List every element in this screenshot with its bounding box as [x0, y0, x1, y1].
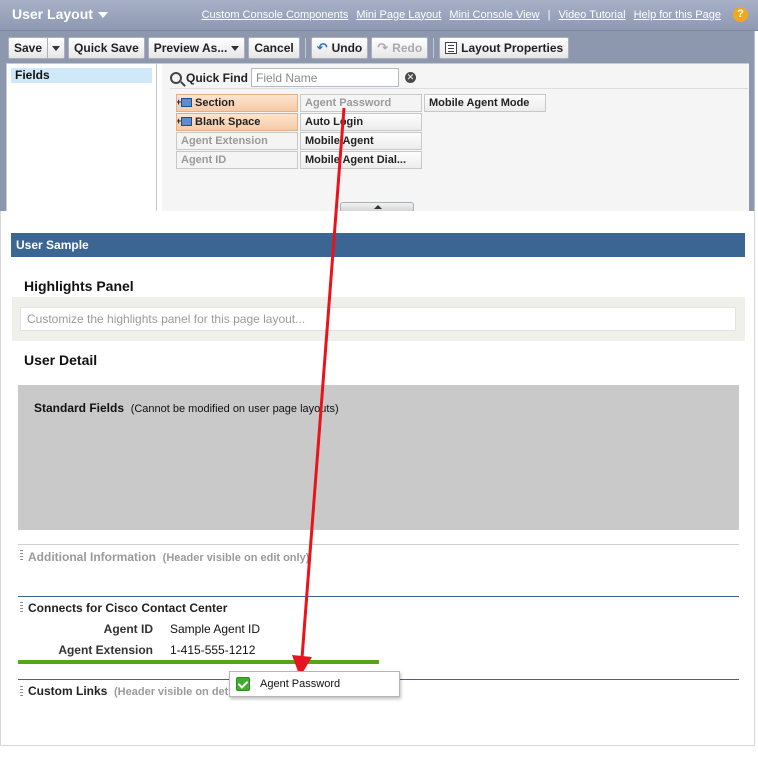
- quick-find-label: Quick Find: [186, 70, 249, 85]
- preview-as-label: Preview As...: [153, 41, 228, 55]
- palette-field-mobile-agent[interactable]: Mobile Agent: [300, 132, 422, 150]
- quick-find-row: Quick Find ✕: [170, 67, 748, 89]
- palette-field-agent-password[interactable]: Agent Password: [300, 94, 422, 112]
- toolbar: Save Quick Save Preview As... Cancel ↶ Un…: [8, 37, 570, 59]
- mini-console-view-link[interactable]: Mini Console View: [449, 9, 539, 21]
- help-for-this-page-link[interactable]: Help for this Page: [634, 9, 721, 21]
- field-label: Agent ID: [181, 154, 227, 166]
- palette-field-auto-login[interactable]: Auto Login: [300, 113, 422, 131]
- toolbar-divider: [433, 38, 435, 58]
- undo-icon: ↶: [316, 40, 328, 55]
- page-title-dropdown[interactable]: User Layout: [12, 6, 108, 22]
- highlights-placeholder: Customize the highlights panel for this …: [20, 307, 736, 331]
- custom-links-title: Custom Links: [28, 684, 108, 698]
- standard-fields-heading: Standard Fields: [34, 401, 125, 415]
- header-links: Custom Console Components Mini Page Layo…: [202, 7, 748, 22]
- agent-extension-value[interactable]: 1-415-555-1212: [170, 643, 255, 657]
- mini-page-layout-link[interactable]: Mini Page Layout: [356, 9, 441, 21]
- additional-info-divider: [18, 544, 739, 545]
- collapse-palette-handle[interactable]: [340, 202, 414, 211]
- chevron-down-icon: [52, 45, 61, 51]
- additional-info-hint: (Header visible on edit only): [162, 552, 310, 564]
- drag-handle-icon[interactable]: [20, 686, 23, 697]
- field-label: Auto Login: [305, 116, 364, 128]
- undo-button[interactable]: ↶ Undo: [310, 37, 369, 59]
- save-split-button: Save: [8, 37, 66, 59]
- dragged-field-agent-password[interactable]: Agent Password: [229, 671, 400, 697]
- dragged-field-label: Agent Password: [260, 678, 341, 690]
- agent-extension-label: Agent Extension: [58, 643, 153, 657]
- save-label: Save: [14, 41, 43, 55]
- save-menu-button[interactable]: [47, 37, 66, 59]
- field-label: Agent Extension: [181, 135, 268, 147]
- field-label: Mobile Agent Mode: [429, 97, 530, 109]
- drag-handle-icon[interactable]: [20, 602, 23, 613]
- field-label: Mobile Agent: [305, 135, 374, 147]
- custom-links-hint: (Header visible on det: [114, 686, 229, 698]
- drop-position-indicator: [18, 660, 379, 664]
- cancel-button[interactable]: Cancel: [248, 37, 300, 59]
- link-separator: |: [547, 8, 551, 21]
- palette-field-agent-extension[interactable]: Agent Extension: [176, 132, 298, 150]
- palette-field-section[interactable]: Section: [176, 94, 298, 112]
- layout-properties-icon: [445, 42, 458, 54]
- save-button[interactable]: Save: [8, 37, 48, 59]
- palette-field-mobile-agent-dial[interactable]: Mobile Agent Dial...: [300, 151, 422, 169]
- page-title: User Layout: [12, 6, 93, 22]
- redo-icon: ↷: [377, 40, 389, 55]
- help-icon[interactable]: ?: [733, 7, 748, 22]
- standard-fields-note: (Cannot be modified on user page layouts…: [130, 403, 339, 415]
- video-tutorial-link[interactable]: Video Tutorial: [558, 9, 625, 21]
- redo-label: Redo: [392, 41, 423, 55]
- checkmark-icon: [236, 677, 250, 691]
- highlights-panel-title: Highlights Panel: [24, 278, 134, 294]
- field-label: Section: [195, 97, 235, 109]
- undo-label: Undo: [331, 41, 363, 55]
- cisco-section-title[interactable]: Connects for Cisco Contact Center: [28, 601, 227, 615]
- search-icon: [170, 71, 182, 84]
- user-sample-header: User Sample: [11, 233, 745, 257]
- palette-field-blank-space[interactable]: Blank Space: [176, 113, 298, 131]
- redo-button[interactable]: ↷ Redo: [371, 37, 429, 59]
- palette-frame: Save Quick Save Preview As... Cancel ↶ Un…: [0, 31, 755, 233]
- standard-fields-section: Standard Fields (Cannot be modified on u…: [18, 385, 739, 530]
- agent-id-label: Agent ID: [103, 622, 153, 636]
- cancel-label: Cancel: [254, 41, 294, 55]
- chevron-down-icon: [97, 12, 108, 19]
- user-detail-title: User Detail: [24, 352, 98, 368]
- standard-fields-label: Standard Fields (Cannot be modified on u…: [34, 401, 339, 415]
- quick-save-button[interactable]: Quick Save: [68, 37, 145, 59]
- toolbar-divider: [304, 38, 306, 58]
- custom-links-section[interactable]: Custom Links (Header visible on det: [28, 684, 228, 698]
- cisco-section-divider: [18, 596, 739, 597]
- blank-space-icon: [177, 114, 192, 129]
- quick-save-label: Quick Save: [74, 41, 139, 55]
- additional-info-title: Additional Information: [28, 550, 156, 564]
- quick-find-input[interactable]: [251, 68, 400, 87]
- clear-icon[interactable]: ✕: [405, 72, 417, 83]
- layout-properties-label: Layout Properties: [461, 41, 564, 55]
- field-label: Blank Space: [195, 116, 261, 128]
- palette-fields-area: Quick Find ✕ Section Agent Password Mobi…: [162, 64, 749, 232]
- section-icon: [177, 95, 192, 110]
- agent-id-value[interactable]: Sample Agent ID: [170, 622, 260, 636]
- palette-field-mobile-agent-mode[interactable]: Mobile Agent Mode: [424, 94, 546, 112]
- layout-canvas: User Sample Highlights Panel Customize t…: [0, 211, 755, 746]
- highlights-panel[interactable]: Customize the highlights panel for this …: [12, 297, 745, 341]
- category-fields[interactable]: Fields: [11, 68, 152, 83]
- top-header-bar: User Layout Custom Console Components Mi…: [0, 0, 758, 31]
- additional-info-section[interactable]: Additional Information (Header visible o…: [28, 550, 309, 564]
- field-label: Agent Password: [305, 97, 392, 109]
- preview-as-button[interactable]: Preview As...: [147, 37, 246, 59]
- field-label: Mobile Agent Dial...: [305, 154, 407, 166]
- palette-field-agent-id[interactable]: Agent ID: [176, 151, 298, 169]
- chevron-down-icon: [231, 45, 240, 51]
- layout-properties-button[interactable]: Layout Properties: [439, 37, 570, 59]
- custom-console-components-link[interactable]: Custom Console Components: [202, 9, 349, 21]
- palette-categories: Fields: [7, 64, 157, 232]
- drag-handle-icon[interactable]: [20, 550, 23, 561]
